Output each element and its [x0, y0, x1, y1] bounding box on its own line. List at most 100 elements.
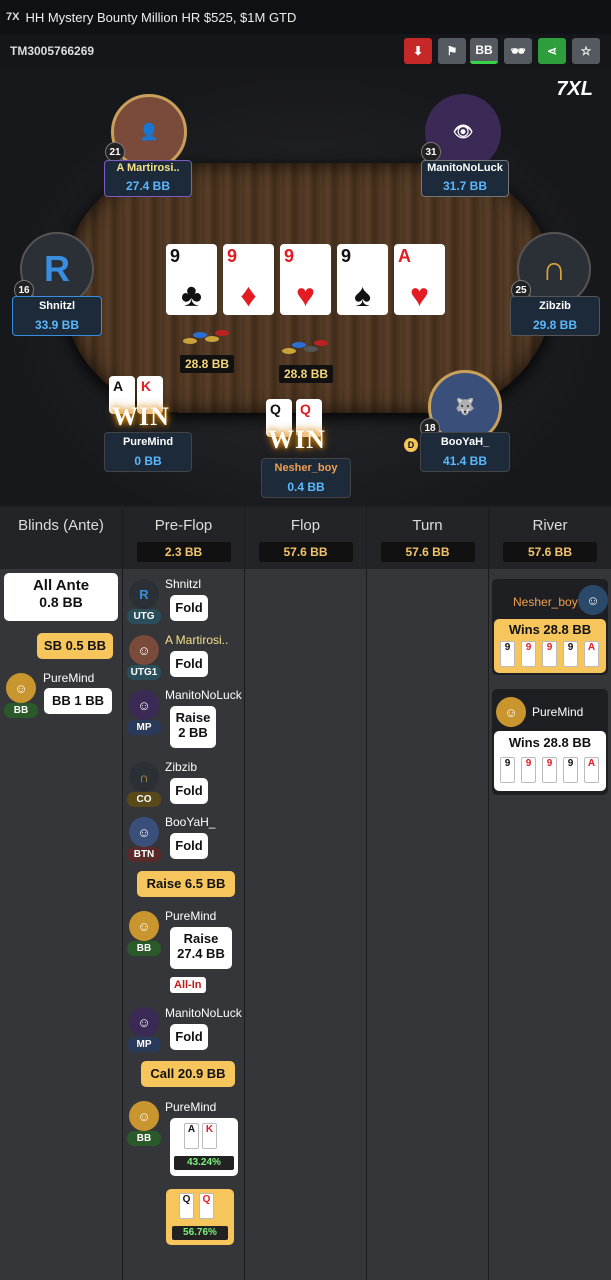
player-stack: 0.4 BB: [287, 480, 325, 494]
player-name: Nesher_boy: [513, 595, 578, 609]
street-pot: 57.6 BB: [258, 542, 353, 562]
avatar: ☺: [129, 1007, 159, 1037]
avatar: ☺: [129, 635, 159, 665]
board-card: 9: [563, 641, 578, 667]
star-icon[interactable]: ☆: [572, 38, 600, 64]
ante-box: All Ante 0.8 BB: [4, 573, 118, 621]
hero-call-action: Call 20.9 BB: [141, 1061, 235, 1087]
street-column: Blinds (Ante): [0, 507, 123, 1280]
hole-card: Q: [199, 1193, 214, 1219]
share-icon[interactable]: ⋖: [538, 38, 566, 64]
dealer-button-icon: D: [404, 438, 418, 452]
player-name: Shnitzl: [165, 577, 202, 591]
avatar: ☺: [129, 690, 159, 720]
chip-stack-icon: [183, 326, 233, 350]
all-in-badge: All-In: [170, 977, 206, 993]
player-name: Zibzib: [539, 300, 571, 312]
board-card: A: [584, 641, 599, 667]
player-stack: 31.7 BB: [442, 179, 488, 193]
player-stack: 29.8 BB: [532, 318, 578, 332]
window-title: HH Mystery Bounty Million HR $525, $1M G…: [25, 9, 297, 25]
hole-card: K: [202, 1123, 217, 1149]
player-level: 31: [421, 142, 441, 162]
hero-shown-cards: Q Q 56.76%: [166, 1189, 234, 1245]
bb-toggle-button[interactable]: BB: [470, 38, 498, 64]
win-result: Wins 28.8 BB 9 9 9 9 A: [494, 731, 606, 791]
street-column: Flop 57.6 BB: [245, 507, 367, 1280]
player-name: BooYaH_: [440, 436, 490, 448]
street-name: Pre-Flop: [154, 517, 213, 534]
street-name: Flop: [290, 517, 321, 534]
avatar: R: [129, 579, 159, 609]
shown-cards: A K 43.24%: [170, 1118, 238, 1176]
player-name: PureMind: [165, 1100, 217, 1114]
hole-card: Q: [179, 1193, 194, 1219]
pot-amount: 28.8 BB: [279, 365, 334, 383]
avatar: ☺: [496, 697, 526, 727]
board-card-3: 9 ♥: [280, 244, 331, 315]
street-pot: 2.3 BB: [136, 542, 231, 562]
avatar: ☺: [578, 585, 608, 615]
board-card: 9: [500, 641, 515, 667]
street-name: River: [532, 517, 568, 534]
player-name: ManitoNoLuck: [165, 688, 242, 702]
win-badge: WIN: [268, 425, 326, 454]
position-badge: BB: [4, 703, 38, 718]
board-card-5: A ♥: [394, 244, 445, 315]
player-stack: 33.9 BB: [34, 318, 80, 332]
download-icon[interactable]: ⬇: [404, 38, 432, 64]
player-name: A Martirosi..: [165, 633, 229, 647]
incognito-icon[interactable]: 🕶: [504, 38, 532, 64]
board-card-4: 9 ♠: [337, 244, 388, 315]
equity-percent: 43.24%: [174, 1156, 234, 1170]
position-badge: MP: [127, 1037, 161, 1052]
board-card: A: [584, 757, 599, 783]
big-blind-action: BB 1 BB: [44, 688, 112, 714]
player-name: BooYaH_: [165, 815, 216, 829]
equity-percent: 56.76%: [172, 1226, 228, 1240]
avatar: ☺: [129, 1101, 159, 1131]
chip-stack-icon: [282, 336, 332, 360]
street-pot: 57.6 BB: [380, 542, 475, 562]
player-level: 21: [105, 142, 125, 162]
action-fold: Fold: [170, 595, 208, 621]
player-name: PureMind: [43, 671, 95, 685]
player-name: PureMind: [122, 436, 174, 448]
action-fold: Fold: [170, 778, 208, 804]
hole-card: A: [184, 1123, 199, 1149]
player-name: A Martirosi..: [116, 162, 180, 174]
win-result: Wins 28.8 BB 9 9 9 9 A: [494, 619, 606, 673]
street-name: Blinds (Ante): [18, 517, 104, 534]
flag-icon[interactable]: ⚑: [438, 38, 466, 64]
board-card-1: 9 ♣: [166, 244, 217, 315]
board-card: 9: [563, 757, 578, 783]
hand-history-grid: Blinds (Ante) Pre-Flop 2.3 BB Flop 57.6 BB…: [0, 507, 611, 1280]
position-badge: UTG: [127, 609, 161, 624]
street-pot: 57.6 BB: [503, 542, 597, 562]
avatar: ☺: [129, 911, 159, 941]
player-stack: 27.4 BB: [125, 179, 171, 193]
street-name: Turn: [412, 517, 443, 534]
player-name: Shnitzl: [38, 300, 76, 312]
board-card: 9: [542, 641, 557, 667]
position-badge: BB: [127, 941, 161, 956]
player-name: ManitoNoLuck: [427, 162, 503, 174]
player-name: Nesher_boy: [274, 462, 338, 474]
action-raise: Raise 2 BB: [170, 706, 216, 748]
action-raise: Raise 27.4 BB: [170, 927, 232, 969]
player-stack: 41.4 BB: [442, 454, 488, 468]
street-column: Turn 57.6 BB: [367, 507, 489, 1280]
brand-logo: 7XL: [556, 78, 593, 100]
win-badge: WIN: [112, 402, 170, 431]
board-card: 9: [542, 757, 557, 783]
position-badge: CO: [127, 792, 161, 807]
action-fold: Fold: [170, 1024, 208, 1050]
horseshoe-avatar-icon: ∩: [129, 762, 159, 792]
pot-amount: 28.8 BB: [180, 355, 235, 373]
board-card-2: 9 ♦: [223, 244, 274, 315]
board-card: 9: [521, 641, 536, 667]
player-name: PureMind: [165, 909, 217, 923]
player-name: PureMind: [532, 705, 584, 719]
position-badge: UTG1: [127, 665, 161, 680]
wolf-avatar-icon: ☺: [129, 817, 159, 847]
